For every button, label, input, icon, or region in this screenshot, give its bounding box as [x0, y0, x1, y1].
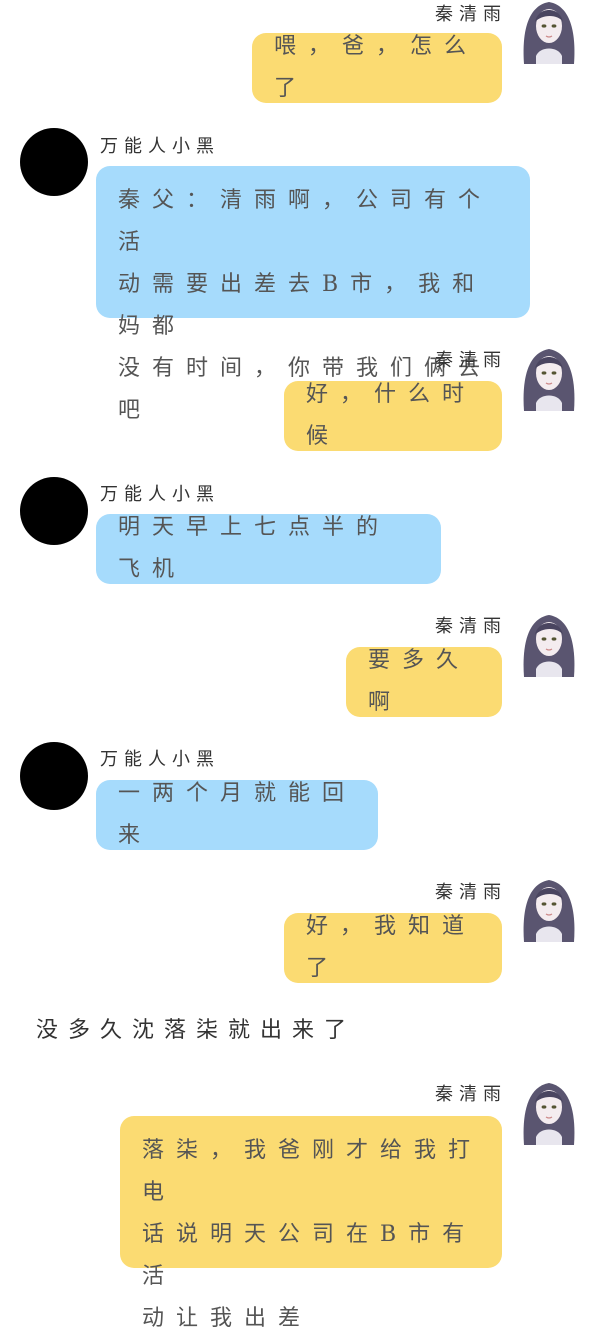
- sender-name: 万能人小黑: [100, 484, 220, 505]
- message-text: 好，什么时候: [306, 382, 477, 449]
- avatar[interactable]: [518, 1077, 580, 1145]
- sender-name: 万能人小黑: [100, 136, 220, 157]
- avatar[interactable]: [20, 477, 88, 545]
- message-bubble[interactable]: 一两个月就能回来: [96, 780, 378, 850]
- sender-name: 秦清雨: [435, 350, 507, 371]
- sender-name: 秦清雨: [435, 1084, 507, 1105]
- avatar[interactable]: [20, 128, 88, 196]
- sender-name: 秦清雨: [435, 616, 507, 637]
- girl-portrait-icon: [523, 1083, 575, 1145]
- girl-portrait-icon: [523, 2, 575, 64]
- avatar[interactable]: [518, 874, 580, 942]
- message-bubble[interactable]: 好，我知道了: [284, 913, 502, 983]
- sender-name: 秦清雨: [435, 882, 507, 903]
- message-text: 好，我知道了: [306, 914, 477, 981]
- avatar[interactable]: [518, 0, 580, 64]
- message-line: 动需要出差去B市，我和妈都: [118, 272, 487, 339]
- avatar[interactable]: [20, 742, 88, 810]
- message-line: 秦父：清雨啊，公司有个活: [118, 188, 493, 255]
- sender-name: 万能人小黑: [100, 749, 220, 770]
- message-bubble[interactable]: 落柒，我爸刚才给我打电 话说明天公司在B市有活 动让我出差: [120, 1116, 502, 1331]
- message-text: 明天早上七点半的飞机: [118, 515, 391, 582]
- message-line: 话说明天公司在B市有活: [142, 1222, 477, 1289]
- message-bubble[interactable]: 明天早上七点半的飞机: [96, 514, 441, 584]
- message-bubble[interactable]: 好，什么时候: [284, 381, 502, 451]
- message-bubble[interactable]: 要多久啊: [346, 647, 502, 717]
- message-text: 一两个月就能回来: [118, 781, 357, 848]
- message-bubble[interactable]: 喂，爸，怎么了: [252, 33, 502, 103]
- message-bubble[interactable]: 秦父：清雨啊，公司有个活 动需要出差去B市，我和妈都 没有时间，你带我们俩去吧: [96, 166, 530, 423]
- girl-portrait-icon: [523, 880, 575, 942]
- message-text: 喂，爸，怎么了: [274, 34, 479, 101]
- message-text: 要多久啊: [368, 648, 471, 715]
- girl-portrait-icon: [523, 349, 575, 411]
- message-line: 动让我出差: [142, 1306, 313, 1331]
- girl-portrait-icon: [523, 615, 575, 677]
- message-line: 落柒，我爸刚才给我打电: [142, 1138, 483, 1205]
- sender-name: 秦清雨: [435, 4, 507, 25]
- narration-text: 没多久沈落柒就出来了: [36, 1018, 357, 1043]
- avatar[interactable]: [518, 343, 580, 411]
- avatar[interactable]: [518, 609, 580, 677]
